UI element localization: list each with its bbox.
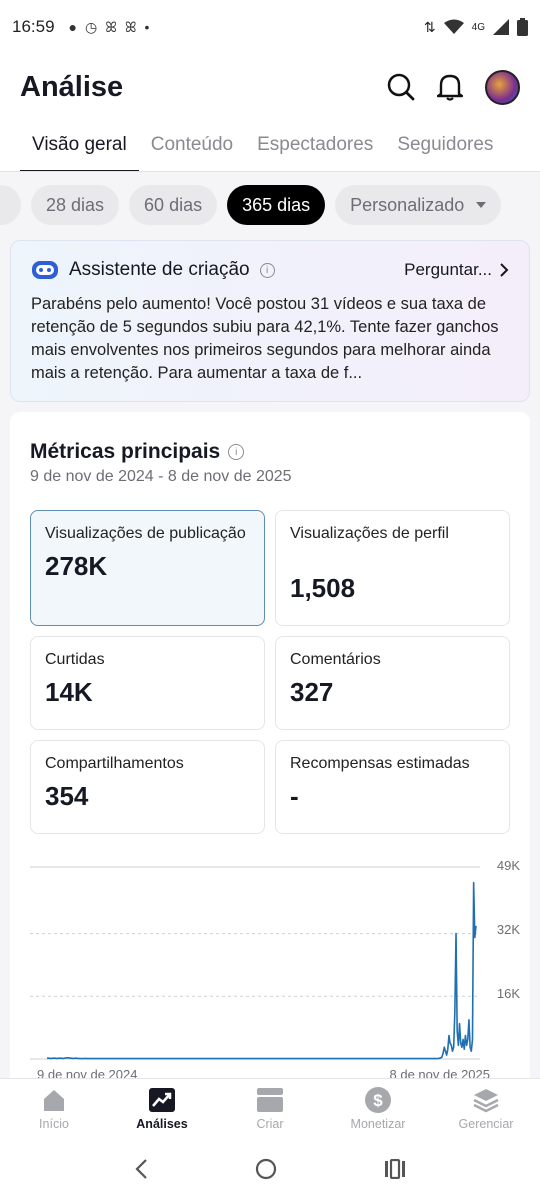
metric-estimated-rewards[interactable]: Recompensas estimadas - <box>275 740 510 834</box>
signal-icon <box>493 19 509 35</box>
app-header: Análise <box>0 54 540 120</box>
metric-label: Compartilhamentos <box>45 755 184 772</box>
avatar[interactable] <box>485 69 520 105</box>
tab-followers[interactable]: Seguidores <box>385 120 505 171</box>
chart-plot <box>30 866 480 1060</box>
robot-icon <box>32 261 58 279</box>
chat-bubble-icon: ● <box>68 19 78 35</box>
nav-home[interactable]: Início <box>0 1079 108 1138</box>
nav-label: Gerenciar <box>458 1116 514 1131</box>
y-tick-label: 32K <box>496 922 520 937</box>
metric-likes[interactable]: Curtidas 14K <box>30 636 265 730</box>
home-button-icon[interactable] <box>255 1158 277 1180</box>
assistant-message: Parabéns pelo aumento! Você postou 31 ví… <box>31 295 499 382</box>
info-icon[interactable]: i <box>228 444 245 460</box>
nav-label: Início <box>39 1116 69 1131</box>
date-range-chips: 28 dias 60 dias 365 dias Personalizado <box>0 172 540 238</box>
info-icon[interactable]: i <box>259 262 275 278</box>
dollar-icon: $ <box>365 1086 391 1113</box>
chip-28-days[interactable]: 28 dias <box>31 185 120 225</box>
ask-label: Perguntar... <box>404 260 492 279</box>
battery-icon <box>517 18 528 36</box>
chip-custom[interactable]: Personalizado <box>335 185 502 225</box>
metric-value: 354 <box>45 781 89 811</box>
tab-viewers[interactable]: Espectadores <box>245 120 385 171</box>
network-type: 4G <box>471 21 485 33</box>
chip-7-days-partial[interactable] <box>0 185 21 225</box>
post-views-chart[interactable]: 49K 32K 16K 9 de nov de 2024 8 de nov de… <box>30 852 520 1084</box>
nav-manage[interactable]: Gerenciar <box>432 1079 540 1138</box>
chevron-right-icon <box>500 263 509 277</box>
chart-series-line <box>47 881 477 1060</box>
tab-content[interactable]: Conteúdo <box>139 120 245 171</box>
metric-value: 278K <box>45 551 108 581</box>
metric-label: Recompensas estimadas <box>290 755 470 772</box>
layers-icon <box>473 1088 499 1112</box>
chip-60-days[interactable]: 60 dias <box>129 185 218 225</box>
metrics-title: Métricas principais <box>30 440 221 463</box>
data-arrows-icon: ⇅ <box>423 18 436 35</box>
analytics-icon <box>149 1087 175 1112</box>
metric-value: 14K <box>45 677 93 707</box>
clock-icon: ◷ <box>85 18 98 35</box>
more-dot-icon: • <box>144 19 150 35</box>
metric-label: Visualizações de publicação <box>45 525 246 542</box>
metric-label: Comentários <box>290 651 381 668</box>
wifi-icon <box>443 19 464 34</box>
chip-365-days[interactable]: 365 dias <box>227 185 326 225</box>
bottom-nav: Início Análises Criar $ Monetizar Gerenc… <box>0 1078 540 1138</box>
back-icon[interactable] <box>134 1159 148 1179</box>
recents-icon[interactable] <box>384 1159 406 1179</box>
metric-value: 1,508 <box>290 573 356 603</box>
svg-text:$: $ <box>373 1091 383 1110</box>
chip-custom-label: Personalizado <box>350 194 465 215</box>
y-tick-label: 49K <box>496 858 520 873</box>
clapperboard-icon <box>257 1087 283 1112</box>
nav-analytics[interactable]: Análises <box>108 1079 216 1138</box>
metric-label: Curtidas <box>45 651 105 668</box>
home-icon <box>44 1089 64 1111</box>
metric-label: Visualizações de perfil <box>290 525 449 542</box>
dropdown-arrow-icon <box>476 202 487 208</box>
page-title: Análise <box>20 70 124 103</box>
notification-icons: ● ◷ ꕤ ꕤ • <box>69 19 150 36</box>
nav-label: Análises <box>136 1116 188 1131</box>
metric-value: - <box>290 781 299 811</box>
status-time: 16:59 <box>12 17 55 36</box>
tab-overview[interactable]: Visão geral <box>20 120 139 171</box>
app-notification-icon: ꕤ <box>105 18 117 35</box>
assistant-title: Assistente de criação <box>69 259 250 280</box>
metrics-date-range: 9 de nov de 2024 - 8 de nov de 2025 <box>30 468 292 485</box>
app-notification-icon: ꕤ <box>124 18 137 35</box>
metric-profile-views[interactable]: Visualizações de perfil 1,508 <box>275 510 510 626</box>
search-icon[interactable] <box>387 73 415 101</box>
metric-shares[interactable]: Compartilhamentos 354 <box>30 740 265 834</box>
metric-value: 327 <box>290 677 334 707</box>
system-navigation-bar <box>0 1138 540 1200</box>
key-metrics-card: Métricas principais i 9 de nov de 2024 -… <box>10 412 530 1112</box>
nav-create[interactable]: Criar <box>216 1079 324 1138</box>
ask-button[interactable]: Perguntar... <box>404 260 509 280</box>
metric-post-views[interactable]: Visualizações de publicação 278K <box>30 510 265 626</box>
creation-assistant-card[interactable]: Assistente de criação i Perguntar... Par… <box>10 240 530 402</box>
tab-bar: Visão geral Conteúdo Espectadores Seguid… <box>0 120 540 172</box>
nav-label: Monetizar <box>350 1116 406 1131</box>
metric-comments[interactable]: Comentários 327 <box>275 636 510 730</box>
status-bar: 16:59 ● ◷ ꕤ ꕤ • ⇅ 4G <box>0 0 540 54</box>
bell-icon[interactable] <box>437 73 463 101</box>
y-tick-label: 16K <box>496 986 520 1001</box>
nav-monetize[interactable]: $ Monetizar <box>324 1079 432 1138</box>
nav-label: Criar <box>256 1116 284 1131</box>
